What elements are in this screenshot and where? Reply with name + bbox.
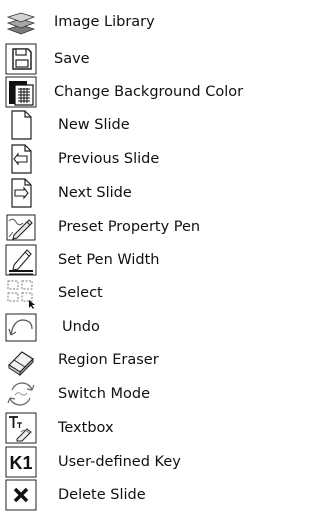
eraser-icon	[5, 344, 37, 376]
legend-label: Delete Slide	[58, 487, 146, 503]
legend-row-image-library: Image Library	[0, 5, 269, 39]
legend-label: Previous Slide	[58, 151, 160, 167]
legend-row-preset-property-pen: Preset Property Pen	[0, 210, 269, 244]
select-icon	[5, 277, 37, 309]
user-defined-key-icon: K1	[5, 446, 37, 478]
legend-row-save: Save	[0, 42, 269, 76]
legend-label: Undo	[62, 319, 100, 335]
legend-label: User-defined Key	[58, 454, 181, 470]
legend-row-delete-slide: Delete Slide	[0, 478, 269, 512]
legend-row-undo: Undo	[0, 310, 269, 344]
previous-slide-icon	[5, 143, 37, 175]
legend-label: Switch Mode	[58, 386, 151, 402]
legend-row-select: Select	[0, 276, 269, 310]
undo-icon	[5, 311, 37, 343]
preset-pen-icon	[5, 211, 37, 243]
legend-row-new-slide: New Slide	[0, 108, 269, 142]
legend-label: Image Library	[54, 14, 155, 30]
next-slide-icon	[5, 177, 37, 209]
legend-label: Region Eraser	[58, 352, 159, 368]
switch-mode-icon	[5, 378, 37, 410]
legend-label: Save	[54, 51, 90, 67]
legend-row-switch-mode: Switch Mode	[0, 377, 269, 411]
legend-label: Set Pen Width	[58, 252, 160, 268]
legend-label: Next Slide	[58, 185, 132, 201]
delete-slide-icon	[5, 479, 37, 511]
legend-row-previous-slide: Previous Slide	[0, 142, 269, 176]
key-icon-text: K1	[9, 453, 32, 473]
legend-row-next-slide: Next Slide	[0, 176, 269, 210]
legend-row-region-eraser: Region Eraser	[0, 343, 269, 377]
save-icon	[5, 43, 37, 75]
legend-label: Change Background Color	[54, 84, 244, 100]
legend-label: Select	[58, 285, 103, 301]
legend-row-set-pen-width: Set Pen Width	[0, 243, 269, 277]
background-color-icon	[5, 76, 37, 108]
new-slide-icon	[5, 109, 37, 141]
pen-width-icon	[5, 244, 37, 276]
toolbar-legend: Image Library Save Change Background Col…	[0, 0, 269, 511]
legend-label: Textbox	[58, 420, 114, 436]
legend-label: New Slide	[58, 117, 130, 133]
textbox-icon	[5, 412, 37, 444]
image-library-icon	[5, 6, 37, 38]
legend-row-user-defined-key: K1 User-defined Key	[0, 445, 269, 479]
legend-label: Preset Property Pen	[58, 219, 201, 235]
legend-row-textbox: Textbox	[0, 411, 269, 445]
legend-row-change-background-color: Change Background Color	[0, 75, 269, 109]
